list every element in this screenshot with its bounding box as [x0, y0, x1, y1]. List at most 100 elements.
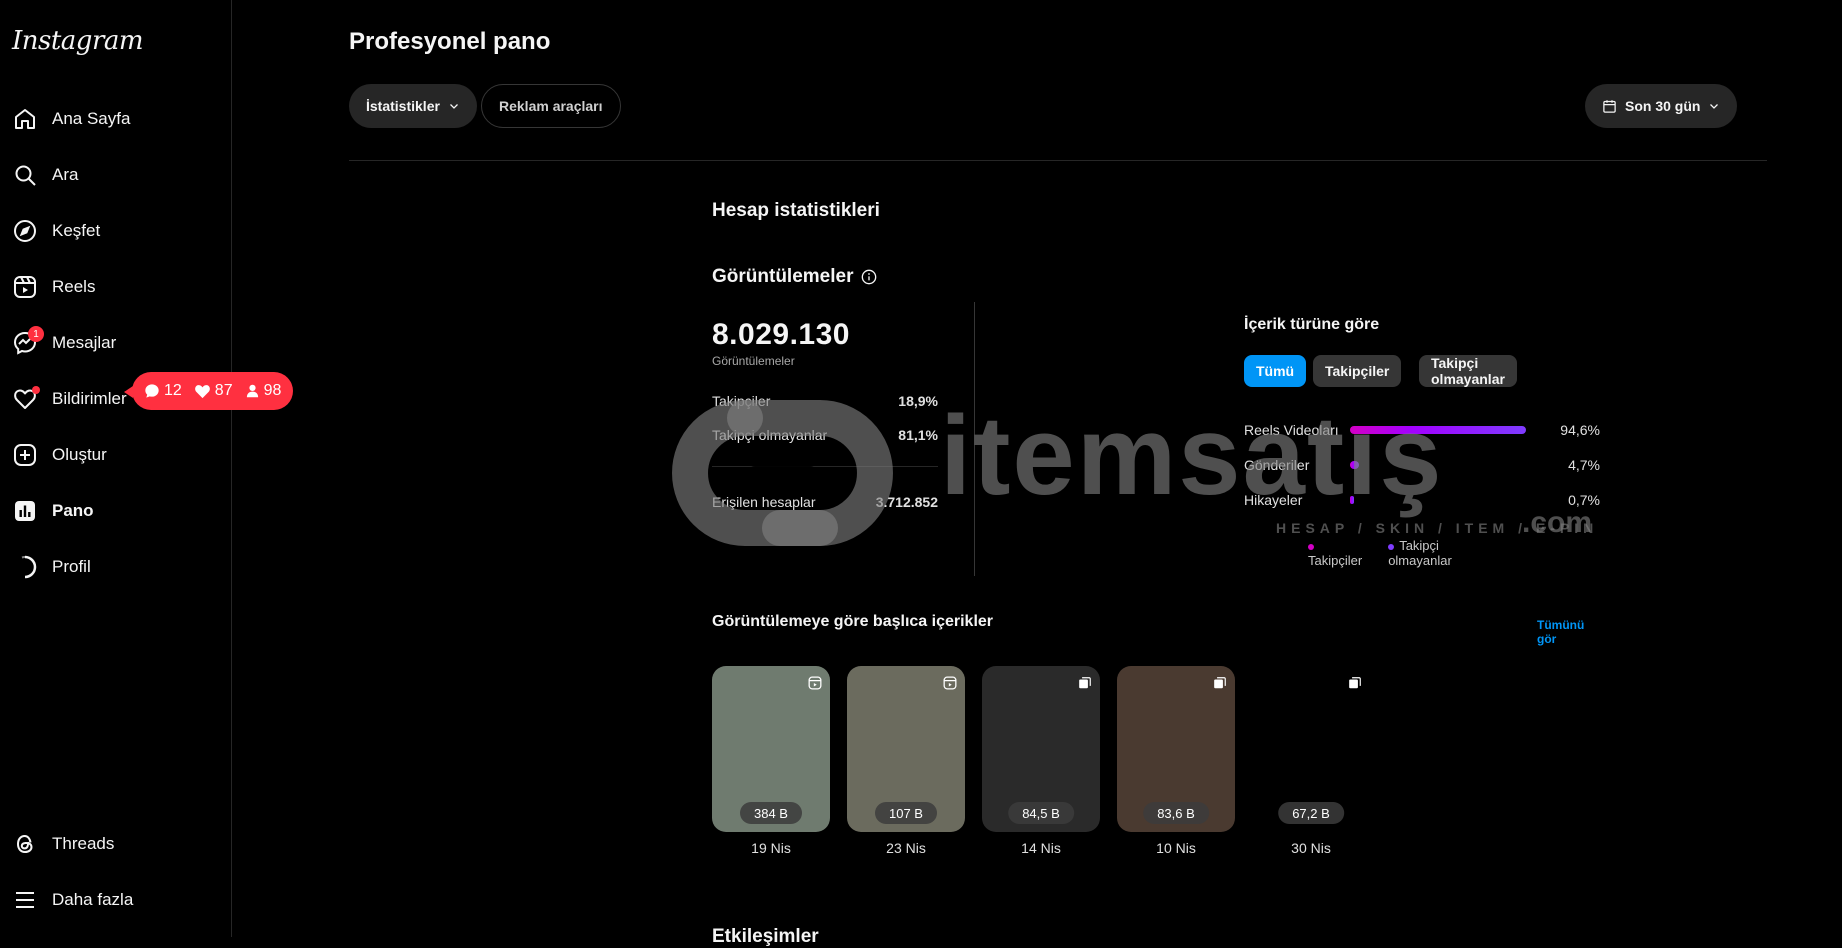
thumbnail-views: 67,2 B: [1278, 802, 1344, 824]
nav-label: Oluştur: [52, 445, 107, 464]
top-content-thumbnail[interactable]: 384 B: [712, 666, 830, 832]
main-content: Profesyonel pano İstatistikler Reklam ar…: [232, 0, 1842, 947]
date-range-dropdown[interactable]: Son 30 gün: [1585, 84, 1738, 128]
row-value: 81,1%: [898, 427, 938, 443]
nav-label: Daha fazla: [52, 890, 134, 909]
by-content-type-title: İçerik türüne göre: [1244, 316, 1380, 333]
legend-label: Takipçi olmayanlar: [1388, 538, 1452, 568]
legend-swatch: [1388, 543, 1395, 550]
header-divider: [349, 160, 1767, 161]
bar-value: 4,7%: [1568, 457, 1600, 473]
nav-label: Threads: [52, 834, 115, 853]
nav-item-threads[interactable]: Threads: [12, 822, 114, 866]
bar-fill: [1350, 496, 1354, 504]
nav-label: Pano: [52, 501, 94, 520]
calendar-icon: [1603, 99, 1616, 113]
home-icon: [12, 106, 38, 132]
thumbnail-date: 10 Nis: [1156, 840, 1196, 856]
legend-label: Takipçiler: [1308, 553, 1363, 568]
avatar-icon: [12, 554, 38, 580]
dashboard-icon: [12, 498, 38, 524]
thumbnail-views: 83,6 B: [1143, 802, 1209, 824]
comment-count-value: 12: [164, 382, 182, 399]
legend-item-non-followers: Takipçi olmayanlar: [1388, 538, 1452, 568]
tab-label: İstatistikler: [366, 98, 440, 114]
nav-item-search[interactable]: Ara: [12, 153, 78, 197]
like-icon: [194, 385, 210, 399]
nav-label: Ana Sayfa: [52, 109, 131, 128]
nav-item-more[interactable]: Daha fazla: [12, 878, 133, 922]
chevron-down-icon: [449, 104, 458, 109]
instagram-logo[interactable]: Instagram: [12, 26, 144, 56]
stats-divider: [712, 466, 938, 467]
nav-item-home[interactable]: Ana Sayfa: [12, 97, 130, 141]
nav-label: Ara: [52, 165, 79, 184]
messenger-icon: 1: [12, 326, 44, 356]
thumbnail-date: 23 Nis: [886, 840, 926, 856]
bar-fill: [1350, 426, 1526, 434]
row-label: Erişilen hesaplar: [712, 494, 816, 510]
top-content-title: Görüntülemeye göre başlıca içerikler: [712, 613, 994, 630]
row-value: 3.712.852: [875, 494, 938, 510]
date-range-label: Son 30 gün: [1625, 98, 1701, 114]
thumbnail-views: 107 B: [875, 802, 937, 824]
nav-label: Mesajlar: [52, 333, 117, 352]
bar-label: Hikayeler: [1244, 492, 1303, 508]
search-icon: [12, 162, 38, 188]
info-icon[interactable]: [861, 269, 877, 285]
nav-item-messages[interactable]: 1 Mesajlar: [12, 321, 116, 365]
row-label: Takipçi olmayanlar: [712, 427, 828, 443]
views-title: Görüntülemeler: [712, 266, 877, 288]
top-content-thumbnail[interactable]: 84,5 B: [982, 666, 1100, 832]
filter-chip-followers[interactable]: Takipçiler: [1313, 355, 1402, 387]
top-content-thumbnail[interactable]: 83,6 B: [1117, 666, 1235, 832]
bar-label: Reels Videoları: [1244, 422, 1339, 438]
bar-value: 0,7%: [1568, 492, 1600, 508]
filter-chip-non-followers[interactable]: Takipçi olmayanlar: [1419, 355, 1517, 387]
thumbnail-views: 384 B: [740, 802, 802, 824]
nav-item-profile[interactable]: Profil: [12, 545, 91, 589]
nav-item-notifications[interactable]: Bildirimler: [12, 377, 127, 421]
bar-row-reels: Reels Videoları 94,6%: [1244, 420, 1600, 440]
views-title-text: Görüntülemeler: [712, 266, 854, 287]
account-insights-title: Hesap istatistikleri: [712, 200, 880, 221]
compass-icon: [12, 218, 38, 244]
interactions-title: Etkileşimler: [712, 926, 819, 948]
thumbnail-date: 19 Nis: [751, 840, 791, 856]
nav-label: Profil: [52, 557, 91, 576]
nav-item-reels[interactable]: Reels: [12, 265, 95, 309]
watermark-domain: .com: [1522, 506, 1593, 539]
reels-icon: [808, 676, 822, 690]
chart-legend: Takipçiler Takipçi olmayanlar: [1308, 538, 1452, 568]
thumbnail-date: 14 Nis: [1021, 840, 1061, 856]
tab-insights-dropdown[interactable]: İstatistikler: [349, 84, 477, 128]
reach-row: Erişilen hesaplar 3.712.852: [712, 494, 938, 510]
thumbnail-date: 30 Nis: [1291, 840, 1331, 856]
heart-icon: [12, 386, 40, 412]
followers-row: Takipçiler 18,9%: [712, 393, 938, 409]
like-count: 87: [194, 382, 233, 400]
total-views-label: Görüntülemeler: [712, 354, 795, 368]
bar-row-posts: Gönderiler 4,7%: [1244, 455, 1600, 475]
row-value: 18,9%: [898, 393, 938, 409]
comment-count: 12: [144, 382, 182, 400]
row-label: Takipçiler: [712, 393, 771, 409]
nav-item-dashboard[interactable]: Pano: [12, 489, 94, 533]
legend-swatch: [1308, 543, 1314, 550]
tab-ad-tools[interactable]: Reklam araçları: [481, 84, 621, 128]
nav-item-explore[interactable]: Keşfet: [12, 209, 100, 253]
see-all-link[interactable]: Tümünü gör: [1537, 618, 1584, 646]
like-count-value: 87: [214, 382, 233, 399]
chevron-down-icon: [1710, 104, 1719, 109]
bar-label: Gönderiler: [1244, 457, 1310, 473]
plus-square-icon: [12, 442, 38, 468]
nav-label: Reels: [52, 277, 96, 296]
total-views-value: 8.029.130: [712, 318, 850, 351]
tab-label: Reklam araçları: [499, 98, 603, 114]
top-content-thumbnail[interactable]: 107 B: [847, 666, 965, 832]
page-title: Profesyonel pano: [349, 28, 551, 55]
nav-item-create[interactable]: Oluştur: [12, 433, 107, 477]
watermark-logo-icon: [672, 400, 893, 546]
top-content-thumbnail[interactable]: 67,2 B: [1252, 666, 1370, 832]
filter-chip-all[interactable]: Tümü: [1244, 355, 1307, 387]
